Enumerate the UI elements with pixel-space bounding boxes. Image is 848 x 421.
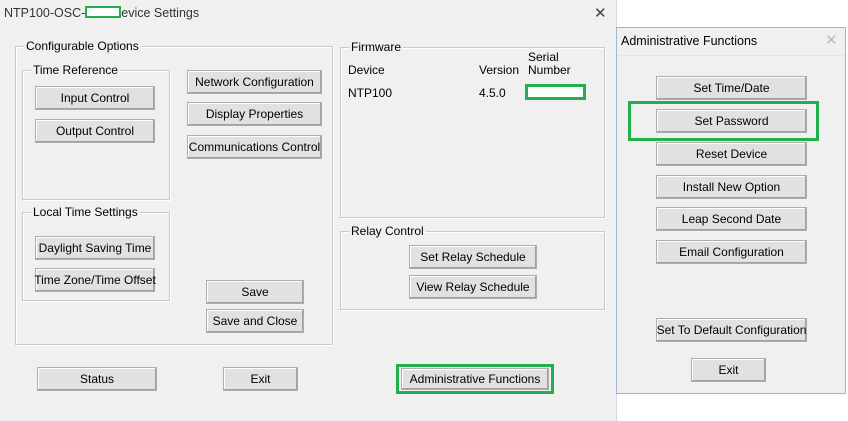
view-relay-schedule-button[interactable]: View Relay Schedule	[409, 275, 537, 299]
firmware-label: Firmware	[349, 40, 403, 54]
dialog-close-icon[interactable]: ✕	[825, 33, 838, 48]
local-time-settings-label: Local Time Settings	[31, 205, 140, 219]
daylight-saving-time-button[interactable]: Daylight Saving Time	[35, 236, 155, 260]
relay-control-label: Relay Control	[349, 224, 426, 238]
output-control-button[interactable]: Output Control	[35, 119, 155, 143]
window-title: NTP100-OSC-evice Settings	[4, 6, 199, 20]
install-new-option-button[interactable]: Install New Option	[656, 175, 807, 199]
communications-control-button[interactable]: Communications Control	[187, 135, 322, 159]
redacted-title-block	[85, 6, 122, 18]
leap-second-date-button[interactable]: Leap Second Date	[656, 207, 807, 231]
input-control-button[interactable]: Input Control	[35, 86, 155, 110]
save-and-close-button[interactable]: Save and Close	[206, 309, 304, 333]
firmware-device-header: Device	[348, 63, 385, 77]
dialog-exit-button[interactable]: Exit	[691, 358, 766, 382]
firmware-device-value: NTP100	[348, 86, 393, 100]
email-configuration-button[interactable]: Email Configuration	[656, 240, 807, 264]
administrative-functions-dialog: Administrative Functions ✕ Set Time/Date…	[616, 27, 846, 394]
dialog-title-separator	[617, 55, 845, 56]
firmware-version-header: Version	[479, 63, 520, 77]
display-properties-button[interactable]: Display Properties	[187, 102, 322, 126]
reset-device-button[interactable]: Reset Device	[656, 142, 807, 166]
network-configuration-button[interactable]: Network Configuration	[187, 70, 322, 94]
redacted-serial-number	[525, 84, 586, 100]
window-title-suffix: evice Settings	[121, 6, 200, 20]
set-default-configuration-button[interactable]: Set To Default Configuration	[656, 318, 807, 342]
time-zone-offset-button[interactable]: Time Zone/Time Offset	[34, 268, 156, 292]
firmware-serial-header-line1: Serial	[528, 50, 559, 64]
window-title-prefix: NTP100-OSC-	[4, 6, 86, 20]
firmware-serial-header-line2: Number	[528, 63, 571, 77]
save-button[interactable]: Save	[206, 280, 304, 304]
status-button[interactable]: Status	[37, 367, 157, 391]
set-password-button[interactable]: Set Password	[656, 109, 807, 133]
dialog-title: Administrative Functions	[621, 34, 758, 48]
close-icon[interactable]: ✕	[594, 6, 607, 21]
set-relay-schedule-button[interactable]: Set Relay Schedule	[409, 245, 537, 269]
administrative-functions-button[interactable]: Administrative Functions	[401, 368, 549, 390]
exit-button[interactable]: Exit	[223, 367, 298, 391]
set-time-date-button[interactable]: Set Time/Date	[656, 76, 807, 100]
configurable-options-label: Configurable Options	[24, 39, 141, 53]
device-settings-window: NTP100-OSC-evice Settings ✕ Configurable…	[0, 0, 617, 421]
time-reference-label: Time Reference	[31, 63, 120, 77]
firmware-version-value: 4.5.0	[479, 86, 506, 100]
